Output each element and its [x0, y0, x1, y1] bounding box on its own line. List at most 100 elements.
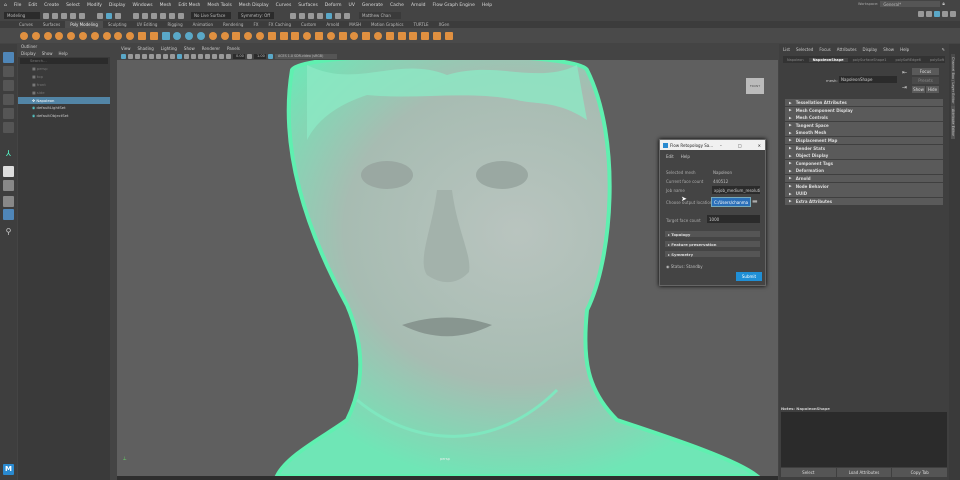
ae-tab[interactable]: Napoleon [783, 58, 808, 62]
exposure-icon[interactable] [226, 53, 231, 59]
save-scene-icon[interactable] [61, 12, 67, 19]
dialog-menu-help[interactable]: Help [681, 154, 690, 159]
folder-icon[interactable]: ▬ [752, 198, 758, 205]
bridge-icon[interactable] [279, 31, 288, 40]
image-plane-icon[interactable] [142, 53, 147, 59]
outliner-item-side[interactable]: ■ side [18, 89, 110, 97]
multi-cut-icon[interactable] [303, 31, 312, 40]
snap-curve-icon[interactable] [142, 12, 148, 19]
search-icon[interactable]: ⚲ [3, 226, 14, 237]
platonic-icon[interactable] [102, 31, 111, 40]
mash-icon[interactable] [161, 31, 170, 40]
attribute-editor-tab[interactable]: Attribute Editor [951, 106, 955, 139]
joint-tool-icon[interactable]: ⅄ [3, 148, 14, 159]
menu-curves[interactable]: Curves [276, 3, 292, 8]
outliner-item-default-light-set[interactable]: ◉ defaultLightSet [18, 104, 110, 112]
separate-icon[interactable] [185, 31, 194, 40]
lights-icon[interactable] [191, 53, 196, 59]
ae-tab[interactable]: polySoftEdge6 [892, 58, 925, 62]
select-button[interactable]: Select [781, 468, 836, 477]
hypershade-icon[interactable] [326, 12, 332, 19]
bookmark-icon[interactable] [135, 53, 140, 59]
scale-tool-icon[interactable] [3, 122, 14, 133]
home-icon[interactable]: ⌂ [4, 3, 7, 8]
render-view-icon[interactable] [299, 12, 305, 19]
textured-icon[interactable] [184, 53, 189, 59]
ambient-occlusion-icon[interactable] [205, 53, 210, 59]
shelf-tab[interactable]: XGen [434, 21, 455, 28]
menu-create[interactable]: Create [44, 3, 59, 8]
boolean-icon[interactable] [208, 31, 217, 40]
menu-modify[interactable]: Modify [87, 3, 102, 8]
menu-display[interactable]: Display [109, 3, 126, 8]
workspace-select[interactable]: General* [880, 1, 941, 7]
menu-select[interactable]: Select [66, 3, 80, 8]
maximize-button[interactable]: □ [738, 143, 742, 148]
channel-box-icon[interactable] [950, 11, 956, 17]
viewport-menu-view[interactable]: View [121, 46, 131, 51]
close-button[interactable]: ✕ [758, 143, 761, 148]
open-scene-icon[interactable] [52, 12, 58, 19]
xray-icon[interactable] [219, 53, 224, 59]
shelf-tab[interactable]: TURTLE [409, 21, 434, 28]
select-hierarchy-icon[interactable] [97, 12, 103, 19]
menu-mesh[interactable]: Mesh [160, 3, 172, 8]
ae-menu-selected[interactable]: Selected [796, 47, 813, 52]
user-account[interactable]: Matthew Chan [359, 12, 401, 19]
ae-menu-display[interactable]: Display [863, 47, 878, 52]
attribute-editor-toggle-icon[interactable] [934, 11, 940, 17]
attribute-section[interactable]: ▶ Smooth Mesh [785, 129, 943, 137]
outliner-menu-display[interactable]: Display [21, 51, 36, 56]
poly-sphere-icon[interactable] [20, 31, 28, 40]
viewport-menu-renderer[interactable]: Renderer [202, 46, 220, 51]
color-management-icon[interactable] [268, 53, 273, 59]
channel-box-tab[interactable]: Channel Box / Layer Editor [951, 54, 955, 107]
grid-icon[interactable] [149, 53, 154, 59]
isolate-select-icon[interactable] [212, 53, 217, 59]
slide-edge-icon[interactable] [432, 31, 441, 40]
view-transform-select[interactable]: ACES 1.0 SDR-video (sRGB) [275, 53, 337, 59]
gamma-field[interactable]: 1.00 [254, 53, 266, 59]
ae-tab[interactable]: polySoft [926, 58, 945, 62]
bevel-icon[interactable] [291, 31, 300, 40]
attribute-section[interactable]: ▶ Extra Attributes [785, 197, 943, 205]
render-frame-icon[interactable] [290, 12, 296, 19]
super-shape-icon[interactable] [114, 31, 123, 40]
attribute-section[interactable]: ▶ Object Display [785, 152, 943, 160]
attribute-section[interactable]: ▶ Tessellation Attributes [785, 99, 943, 106]
move-tool-icon[interactable] [3, 94, 14, 105]
attribute-section[interactable]: ▶ UUID [785, 190, 943, 198]
type-icon[interactable] [137, 31, 146, 40]
paint-select-icon[interactable] [3, 80, 14, 91]
menu-uv[interactable]: UV [349, 3, 355, 8]
shelf-tab-active[interactable]: Poly Modeling [65, 21, 103, 28]
smooth-icon[interactable] [196, 31, 205, 40]
shelf-tab[interactable]: UV Editing [132, 21, 163, 28]
poly-torus-icon[interactable] [67, 31, 76, 40]
viewport-menu-show[interactable]: Show [184, 46, 195, 51]
select-tool-icon[interactable] [3, 52, 14, 63]
outliner-item-front[interactable]: ■ front [18, 81, 110, 89]
render-settings-icon[interactable] [317, 12, 323, 19]
menu-file[interactable]: File [14, 3, 22, 8]
lock-icon[interactable]: 🔒︎ [942, 1, 944, 7]
attribute-section[interactable]: ▶ Node Behavior [785, 182, 943, 190]
outliner-layout-icon[interactable] [3, 209, 14, 220]
shelf-tab[interactable]: Rendering [218, 21, 248, 28]
menu-help[interactable]: Help [482, 3, 492, 8]
attribute-section[interactable]: ▶ Component Tags [785, 159, 943, 167]
shelf-tab[interactable]: Curves [14, 21, 38, 28]
viewport-menu-shading[interactable]: Shading [138, 46, 154, 51]
collapse-icon[interactable] [385, 31, 394, 40]
ae-menu-focus[interactable]: Focus [819, 47, 830, 52]
smooth-shade-icon[interactable] [177, 53, 182, 59]
menu-windows[interactable]: Windows [132, 3, 152, 8]
mode-select[interactable]: Modeling [4, 12, 40, 19]
edit-edge-flow-icon[interactable] [421, 31, 430, 40]
view-cube[interactable]: FRONT [746, 78, 764, 94]
ae-tab[interactable]: polySurfaceShape1 [849, 58, 891, 62]
merge-icon[interactable] [397, 31, 406, 40]
wireframe-icon[interactable] [170, 53, 175, 59]
attribute-section[interactable]: ▶ Deformation [785, 167, 943, 175]
outliner-item-top[interactable]: ■ top [18, 73, 110, 81]
